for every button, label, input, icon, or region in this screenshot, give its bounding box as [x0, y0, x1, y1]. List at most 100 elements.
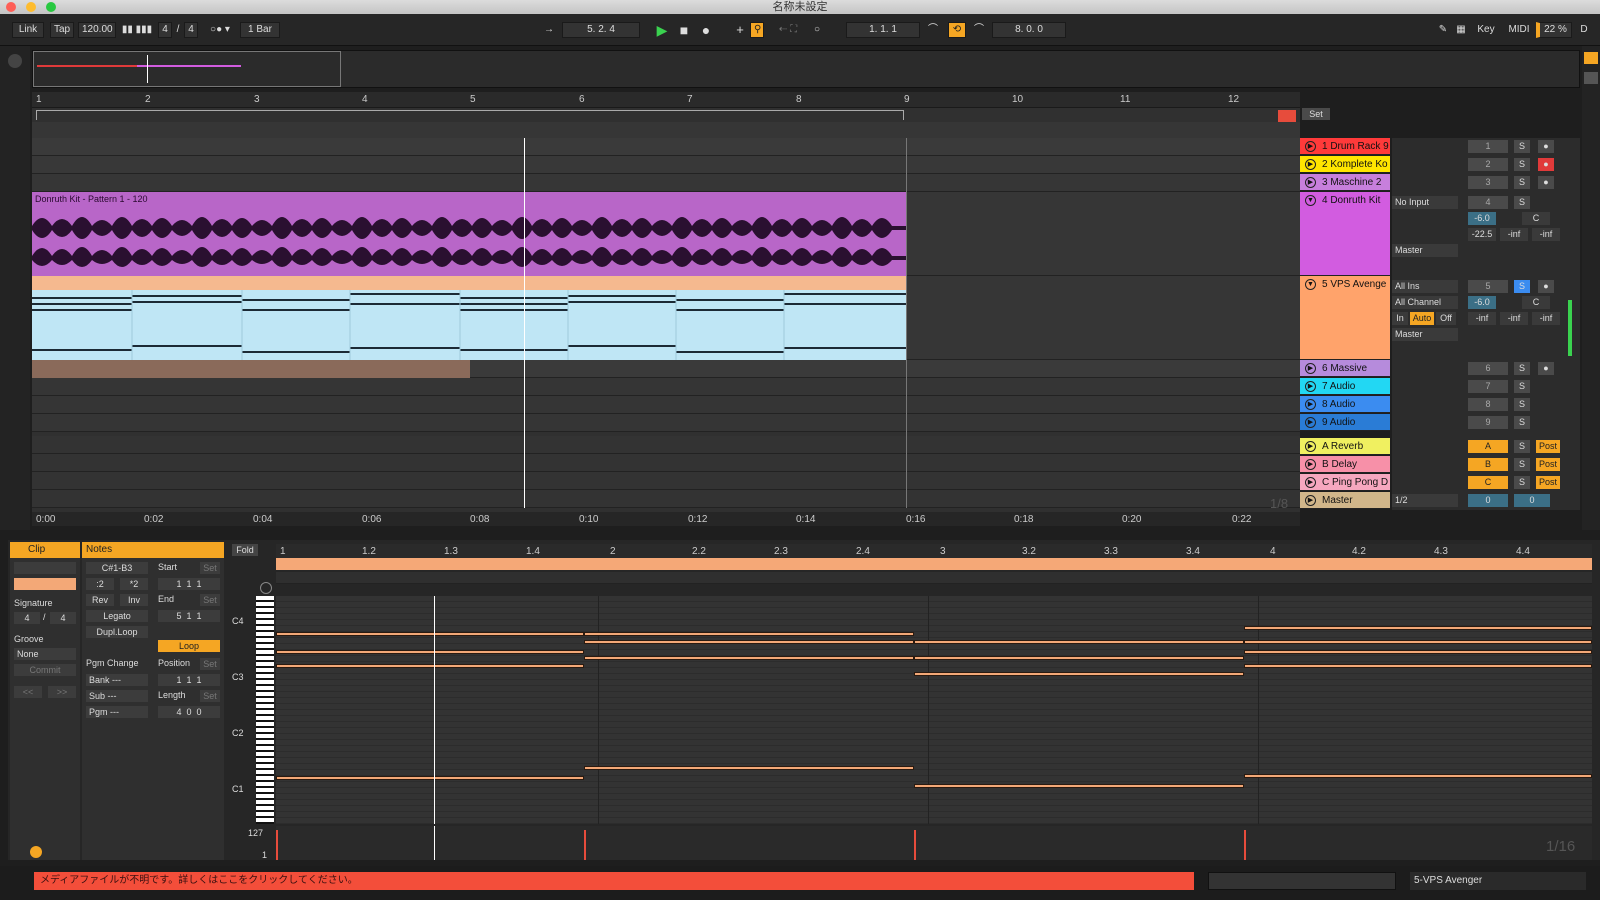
send-a-5[interactable]: -inf — [1500, 312, 1528, 325]
lane-delay[interactable] — [32, 454, 1300, 472]
midi-note[interactable] — [276, 776, 584, 780]
note-range-field[interactable]: C#1-B3 — [86, 562, 148, 574]
clip-start-end-lane[interactable] — [276, 572, 1592, 584]
midi-note[interactable] — [1244, 626, 1592, 630]
track-header-6[interactable]: ▶ 6 Massive — [1300, 360, 1390, 377]
lane-audio-7[interactable] — [32, 378, 1300, 396]
pgm-field[interactable]: Pgm --- — [86, 706, 148, 718]
selected-device-label[interactable]: 5-VPS Avenger — [1410, 872, 1586, 890]
invert-button[interactable]: Inv — [120, 594, 148, 606]
volume-5[interactable]: -6.0 — [1468, 296, 1496, 309]
lane-komplete[interactable] — [32, 156, 1300, 174]
zoom-window-button[interactable] — [46, 2, 56, 12]
monitor-auto-5[interactable]: Auto — [1410, 312, 1434, 325]
overdub-icon[interactable]: + — [734, 22, 746, 38]
return-activator-a[interactable]: A — [1468, 440, 1508, 453]
arm-button-1[interactable]: ● — [1538, 140, 1554, 153]
track-activator-9[interactable]: 9 — [1468, 416, 1508, 429]
track-header-9[interactable]: ▶ 9 Audio — [1300, 414, 1390, 431]
input-type-4[interactable]: No Input — [1392, 196, 1458, 209]
link-button[interactable]: Link — [12, 22, 44, 38]
bank-field[interactable]: Bank --- — [86, 674, 148, 686]
return-activator-c[interactable]: C — [1468, 476, 1508, 489]
midi-note[interactable] — [914, 784, 1244, 788]
loop-position-field[interactable]: 1 1 1 — [158, 674, 220, 686]
track-fold-icon[interactable]: ▶ — [1305, 177, 1316, 188]
fold-button[interactable]: Fold — [232, 544, 258, 556]
arm-button-6[interactable]: ● — [1538, 362, 1554, 375]
solo-button-7[interactable]: S — [1514, 380, 1530, 393]
track-fold-icon[interactable]: ▼ — [1305, 279, 1316, 290]
arrangement-overview[interactable] — [32, 50, 1580, 88]
piano-keyboard[interactable] — [256, 596, 274, 824]
midi-map-button[interactable]: MIDI — [1506, 22, 1532, 38]
track-fold-icon[interactable]: ▶ — [1305, 399, 1316, 410]
record-icon[interactable]: ● — [698, 22, 714, 38]
lane-master[interactable] — [32, 490, 1300, 508]
prev-clip-button[interactable]: << — [14, 686, 42, 698]
send-a-4[interactable]: -inf — [1500, 228, 1528, 241]
follow-icon[interactable]: → — [540, 22, 558, 38]
track-fold-icon[interactable]: ▶ — [1305, 159, 1316, 170]
output-4[interactable]: Master — [1392, 244, 1458, 257]
tempo-field[interactable]: 120.00 — [78, 22, 116, 38]
track-activator-6[interactable]: 6 — [1468, 362, 1508, 375]
track-fold-icon[interactable]: ▶ — [1305, 495, 1316, 506]
clip-name-field[interactable] — [14, 562, 76, 574]
loop-length-field[interactable]: 4 0 0 — [158, 706, 220, 718]
key-map-button[interactable]: Key — [1474, 22, 1498, 38]
computer-keyboard-icon[interactable]: ▦ — [1454, 22, 1468, 38]
clip-loop-bar[interactable] — [276, 558, 1592, 570]
velocity-bar[interactable] — [914, 830, 916, 860]
automation-arm-icon[interactable]: ⚲ — [750, 22, 764, 38]
close-window-button[interactable] — [6, 2, 16, 12]
lane-audio-9[interactable] — [32, 414, 1300, 432]
punch-in-icon[interactable]: ⌒ — [924, 22, 942, 38]
position-set-button[interactable]: Set — [200, 658, 220, 670]
midi-note[interactable] — [1244, 640, 1592, 644]
track-header-8[interactable]: ▶ 8 Audio — [1300, 396, 1390, 413]
monitor-in-5[interactable]: In — [1392, 312, 1408, 325]
end-position-field[interactable]: 5 1 1 — [158, 610, 220, 622]
solo-button-8[interactable]: S — [1514, 398, 1530, 411]
play-icon[interactable]: ▶ — [654, 22, 670, 38]
vps-midi-clip[interactable] — [32, 290, 906, 360]
midi-note[interactable] — [914, 656, 1244, 660]
solo-button-3[interactable]: S — [1514, 176, 1530, 189]
midi-note[interactable] — [1244, 650, 1592, 654]
minimize-window-button[interactable] — [26, 2, 36, 12]
track-activator-2[interactable]: 2 — [1468, 158, 1508, 171]
piano-roll-editor[interactable] — [276, 596, 1592, 824]
pan-4[interactable]: C — [1522, 212, 1550, 225]
solo-button-b[interactable]: S — [1514, 458, 1530, 471]
midi-note[interactable] — [584, 640, 914, 644]
track-fold-icon[interactable]: ▶ — [1305, 141, 1316, 152]
output-5[interactable]: Master — [1392, 328, 1458, 341]
return-activator-b[interactable]: B — [1468, 458, 1508, 471]
massive-clip[interactable] — [32, 360, 470, 378]
track-activator-3[interactable]: 3 — [1468, 176, 1508, 189]
groove-menu[interactable]: None — [14, 648, 76, 660]
piano-roll-ruler[interactable] — [276, 544, 1592, 558]
solo-button-1[interactable]: S — [1514, 140, 1530, 153]
track-fold-icon[interactable]: ▶ — [1305, 477, 1316, 488]
tap-tempo-button[interactable]: Tap — [50, 22, 74, 38]
commit-button[interactable]: Commit — [14, 664, 76, 676]
velocity-lane[interactable]: 1/16 — [276, 826, 1592, 860]
midi-note[interactable] — [584, 632, 914, 636]
track-header-3[interactable]: ▶ 3 Maschine 2 — [1300, 174, 1390, 191]
draw-mode-icon[interactable]: ✎ — [1436, 22, 1450, 38]
arm-button-2[interactable]: ● — [1538, 158, 1554, 171]
loop-switch-icon[interactable]: ⟲ — [948, 22, 966, 38]
loop-length-field[interactable]: 8. 0. 0 — [992, 22, 1066, 38]
solo-button-5[interactable]: S — [1514, 280, 1530, 293]
notes-tab[interactable]: Notes — [82, 542, 224, 558]
io-toggle-icon[interactable] — [1584, 72, 1598, 84]
song-position[interactable]: 5. 2. 4 — [562, 22, 640, 38]
midi-note[interactable] — [1244, 774, 1592, 778]
midi-note[interactable] — [914, 672, 1244, 676]
track-activator-4[interactable]: 4 — [1468, 196, 1508, 209]
time-ruler[interactable] — [32, 512, 1300, 526]
master-pan[interactable]: 0 — [1514, 494, 1550, 507]
post-button-b[interactable]: Post — [1536, 458, 1560, 471]
